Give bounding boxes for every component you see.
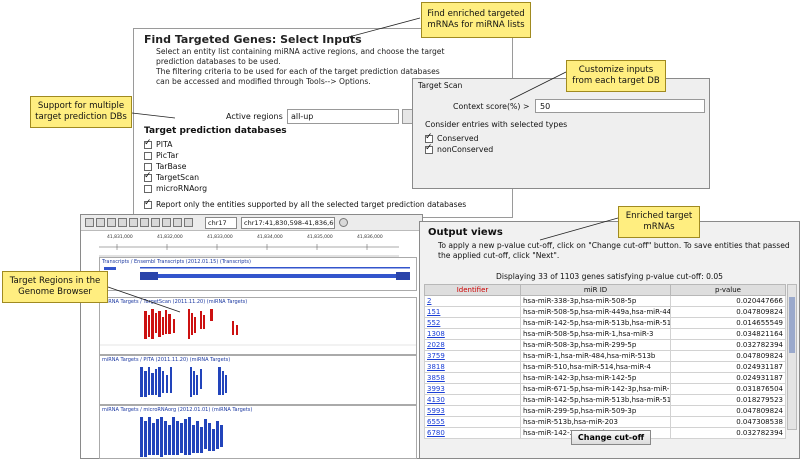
callout-regions: Target Regions in the Genome Browser <box>2 271 108 303</box>
callout-enriched-mrnas: Enriched target mRNAs <box>618 206 700 238</box>
callout-enriched-targeted: Find enriched targeted mRNAs for miRNA l… <box>421 2 531 38</box>
callout-support: Support for multiple target prediction D… <box>30 96 132 128</box>
callout-customize: Customize inputs from each target DB <box>566 60 666 92</box>
